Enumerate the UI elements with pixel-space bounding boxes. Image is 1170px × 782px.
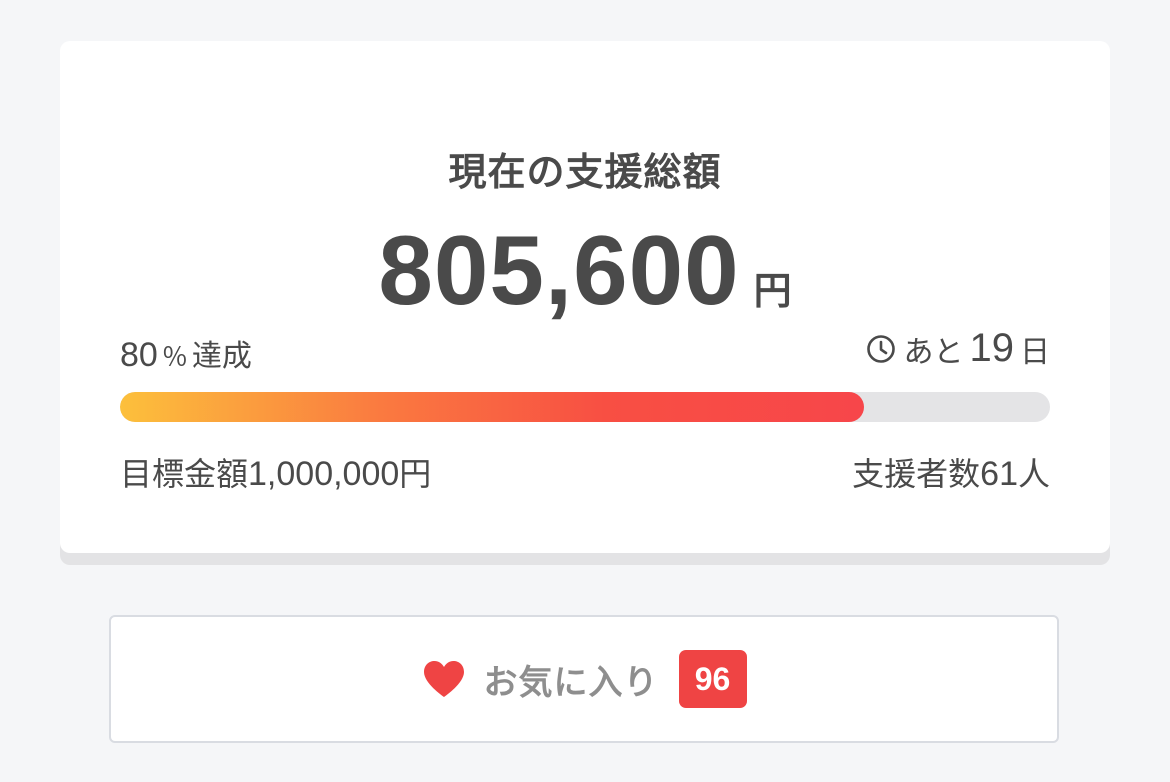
total-amount: 805,600 円	[60, 221, 1110, 319]
goal-label: 目標金額	[120, 455, 249, 493]
total-amount-value: 805,600	[378, 215, 740, 325]
total-support-title: 現在の支援総額	[448, 150, 722, 194]
remaining-days: 19	[969, 326, 1015, 370]
total-amount-unit: 円	[753, 269, 792, 313]
progress-bar-fill	[120, 392, 864, 422]
favorite-count-badge: 96	[678, 650, 747, 708]
remaining-prefix: あと	[903, 334, 964, 370]
achievement-percent-sign: ％	[161, 343, 188, 373]
backer-count-label: 支援者数	[852, 455, 981, 493]
goal-amount: 目標金額 1,000,000 円	[120, 449, 431, 495]
backer-count-value: 61	[980, 455, 1018, 493]
heart-icon	[422, 659, 466, 699]
achievement-rate: 80 ％ 達成	[120, 331, 252, 375]
remaining-time: あと 19 日	[866, 326, 1050, 371]
favorite-button[interactable]: お気に入り 96	[109, 615, 1059, 743]
backer-count-unit: 人	[1017, 455, 1050, 493]
clock-icon	[866, 334, 896, 364]
goal-amount-value: 1,000,000	[248, 455, 400, 493]
funding-summary-card: 現在の支援総額 805,600 円 80 ％ 達成 あと 19 日 目標金額 1,…	[60, 41, 1110, 553]
backer-count: 支援者数 61 人	[852, 449, 1050, 495]
goal-amount-unit: 円	[399, 455, 432, 493]
favorite-label: お気に入り	[483, 662, 659, 703]
achievement-label: 達成	[191, 339, 252, 374]
achievement-percent-value: 80	[120, 336, 158, 374]
remaining-unit: 日	[1020, 334, 1050, 370]
progress-bar	[120, 392, 1050, 422]
